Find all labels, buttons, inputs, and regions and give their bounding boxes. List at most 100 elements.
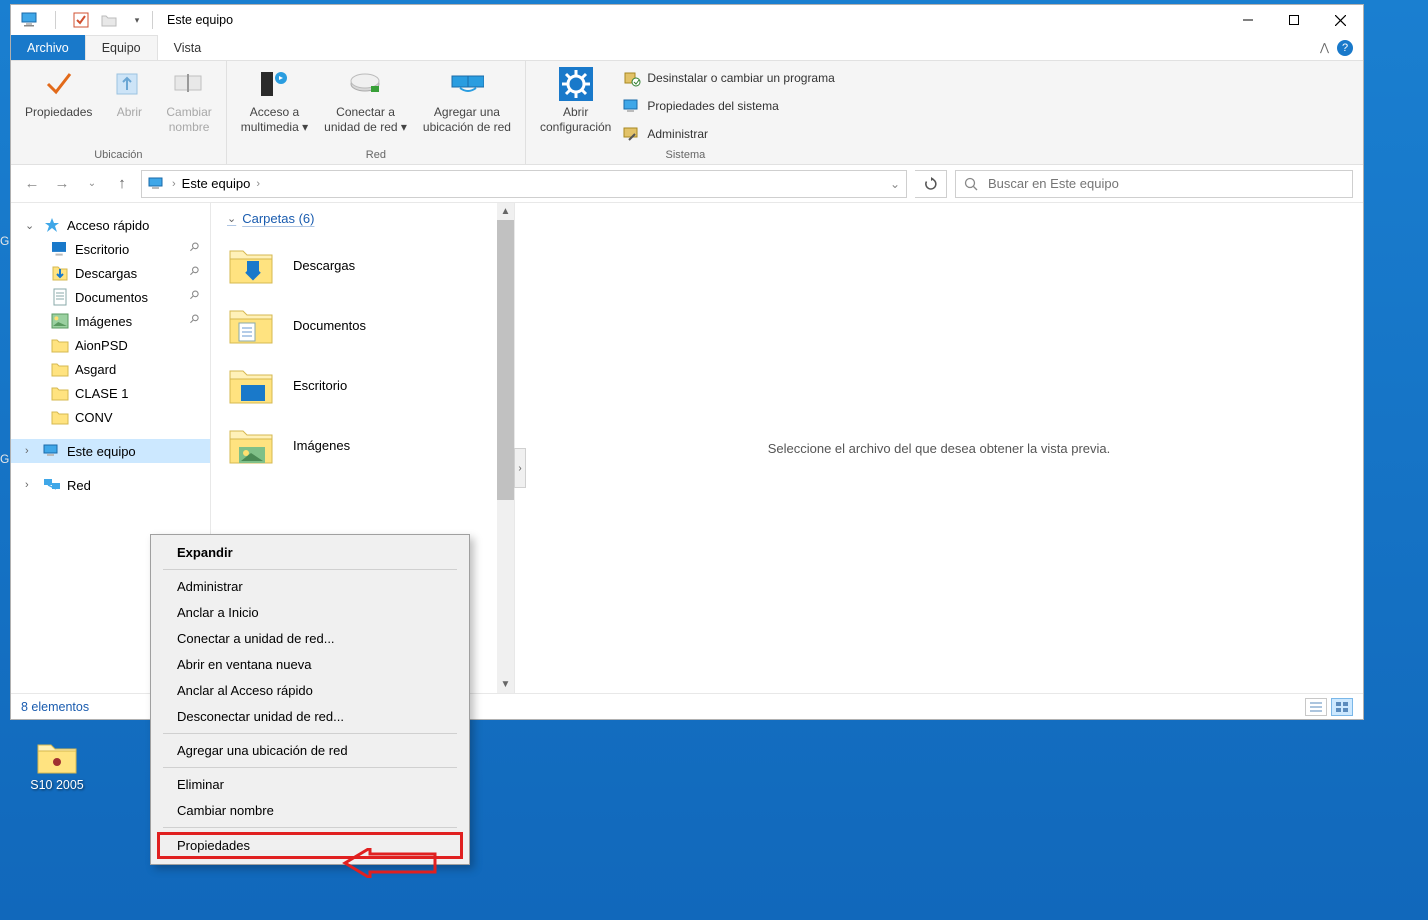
uninstall-icon xyxy=(623,69,641,87)
ctx-administrar[interactable]: Administrar xyxy=(157,574,463,599)
nav-item-label: Asgard xyxy=(75,362,116,377)
maximize-button[interactable] xyxy=(1271,5,1317,35)
chevron-right-icon[interactable]: › xyxy=(256,178,260,190)
status-item-count: 8 elementos xyxy=(21,700,89,714)
ribbon-group-sistema: Abrir configuración Desinstalar o cambia… xyxy=(526,61,845,164)
address-bar[interactable]: › Este equipo › ⌄ xyxy=(141,170,907,198)
desktop-icon xyxy=(51,241,69,257)
ribbon-collapse-icon[interactable]: ⋀ xyxy=(1320,41,1329,54)
thispc-icon xyxy=(21,12,39,28)
address-dropdown-icon[interactable]: ⌄ xyxy=(890,177,900,191)
chevron-down-icon[interactable]: ⌄ xyxy=(227,212,236,225)
folders-group-header[interactable]: ⌄ Carpetas (6) xyxy=(227,211,510,226)
nav-item[interactable]: Escritorio⚲ xyxy=(11,237,210,261)
folder-label: Imágenes xyxy=(293,438,350,453)
view-details-button[interactable] xyxy=(1305,698,1327,716)
desktop-shortcut-label: S10 2005 xyxy=(30,778,84,792)
scroll-thumb[interactable] xyxy=(497,220,514,500)
refresh-button[interactable] xyxy=(915,170,947,198)
tab-archivo[interactable]: Archivo xyxy=(11,35,85,60)
nav-up-button[interactable]: ↑ xyxy=(111,173,133,195)
add-location-icon xyxy=(450,67,484,101)
ctx-cambiar-nombre[interactable]: Cambiar nombre xyxy=(157,798,463,823)
folder-item[interactable]: Imágenes xyxy=(227,424,510,466)
ctx-eliminar[interactable]: Eliminar xyxy=(157,772,463,797)
qat-properties-icon[interactable] xyxy=(72,12,90,28)
pin-icon: ⚲ xyxy=(186,311,206,331)
search-icon xyxy=(964,177,978,191)
conectar-unidad-button[interactable]: Conectar a unidad de red ▾ xyxy=(316,63,415,147)
network-icon xyxy=(43,477,61,493)
ribbon-tabs: Archivo Equipo Vista ⋀ ? xyxy=(11,35,1363,61)
folder-item[interactable]: Escritorio xyxy=(227,364,510,406)
ctx-desconectar[interactable]: Desconectar unidad de red... xyxy=(157,704,463,729)
download-icon xyxy=(51,265,69,281)
ctx-conectar-unidad[interactable]: Conectar a unidad de red... xyxy=(157,626,463,651)
nav-network[interactable]: › Red xyxy=(11,473,210,497)
folder-icon xyxy=(51,409,69,425)
nav-item[interactable]: Descargas⚲ xyxy=(11,261,210,285)
nav-thispc[interactable]: › Este equipo xyxy=(11,439,210,463)
nav-item-label: Escritorio xyxy=(75,242,129,257)
desinstalar-button[interactable]: Desinstalar o cambiar un programa xyxy=(619,67,838,89)
nav-item-label: Imágenes xyxy=(75,314,132,329)
chevron-right-icon[interactable]: › xyxy=(25,445,37,457)
scroll-down-icon[interactable]: ▼ xyxy=(497,676,514,693)
download-folder-icon xyxy=(227,244,275,286)
search-input[interactable] xyxy=(986,175,1344,192)
agregar-ubicacion-button[interactable]: Agregar una ubicación de red xyxy=(415,63,519,147)
search-box[interactable] xyxy=(955,170,1353,198)
folder-label: Escritorio xyxy=(293,378,347,393)
ctx-expand[interactable]: Expandir xyxy=(157,540,463,565)
desktop-shortcut-s10[interactable]: S10 2005 xyxy=(22,736,92,792)
ribbon-group-ubicacion: Propiedades Abrir Cambiar nombre Ubicaci… xyxy=(11,61,227,164)
ctx-anclar-inicio[interactable]: Anclar a Inicio xyxy=(157,600,463,625)
nav-item-label: CLASE 1 xyxy=(75,386,128,401)
tab-equipo[interactable]: Equipo xyxy=(85,35,158,60)
ctx-anclar-acceso[interactable]: Anclar al Acceso rápido xyxy=(157,678,463,703)
close-button[interactable] xyxy=(1317,5,1363,35)
propiedades-button[interactable]: Propiedades xyxy=(17,63,100,147)
qat-dropdown-icon[interactable]: ▾ xyxy=(128,12,146,28)
view-large-icons-button[interactable] xyxy=(1331,698,1353,716)
breadcrumb-root[interactable]: Este equipo xyxy=(182,176,251,191)
tab-vista[interactable]: Vista xyxy=(158,35,218,60)
ctx-separator xyxy=(163,827,457,828)
chevron-right-icon[interactable]: › xyxy=(25,479,37,491)
nav-item[interactable]: AionPSD xyxy=(11,333,210,357)
nav-quick-access[interactable]: ⌄ Acceso rápido xyxy=(11,213,210,237)
scroll-up-icon[interactable]: ▲ xyxy=(497,203,514,220)
nav-item[interactable]: CLASE 1 xyxy=(11,381,210,405)
nav-item[interactable]: Asgard xyxy=(11,357,210,381)
nav-item[interactable]: Documentos⚲ xyxy=(11,285,210,309)
chevron-down-icon[interactable]: ⌄ xyxy=(25,219,37,232)
vertical-scrollbar[interactable]: ▲ ▼ xyxy=(497,203,514,693)
nav-item[interactable]: Imágenes ⚲ xyxy=(11,309,210,333)
qat-folder-icon[interactable] xyxy=(100,12,118,28)
folder-item[interactable]: Documentos xyxy=(227,304,510,346)
context-menu: Expandir Administrar Anclar a Inicio Con… xyxy=(150,534,470,865)
propiedades-sistema-button[interactable]: Propiedades del sistema xyxy=(619,95,838,117)
pane-collapse-handle[interactable]: › xyxy=(514,448,526,488)
ctx-separator xyxy=(163,733,457,734)
nav-recent-dropdown[interactable]: ⌄ xyxy=(81,173,103,195)
thispc-icon xyxy=(43,443,61,459)
nav-back-button[interactable]: ← xyxy=(21,173,43,195)
ctx-agregar-ubicacion[interactable]: Agregar una ubicación de red xyxy=(157,738,463,763)
help-icon[interactable]: ? xyxy=(1337,40,1353,56)
group-label-ubicacion: Ubicación xyxy=(17,147,220,164)
abrir-button[interactable]: Abrir xyxy=(100,63,158,147)
ctx-separator xyxy=(163,569,457,570)
minimize-button[interactable] xyxy=(1225,5,1271,35)
nav-item-label: Documentos xyxy=(75,290,148,305)
nav-forward-button[interactable]: → xyxy=(51,173,73,195)
nav-item-label: CONV xyxy=(75,410,113,425)
cambiar-nombre-button[interactable]: Cambiar nombre xyxy=(158,63,219,147)
chevron-right-icon[interactable]: › xyxy=(172,178,176,190)
folder-item[interactable]: Descargas xyxy=(227,244,510,286)
administrar-button[interactable]: Administrar xyxy=(619,123,838,145)
abrir-configuracion-button[interactable]: Abrir configuración xyxy=(532,63,619,147)
ctx-abrir-ventana[interactable]: Abrir en ventana nueva xyxy=(157,652,463,677)
acceso-multimedia-button[interactable]: Acceso a multimedia ▾ xyxy=(233,63,316,147)
nav-item[interactable]: CONV xyxy=(11,405,210,429)
